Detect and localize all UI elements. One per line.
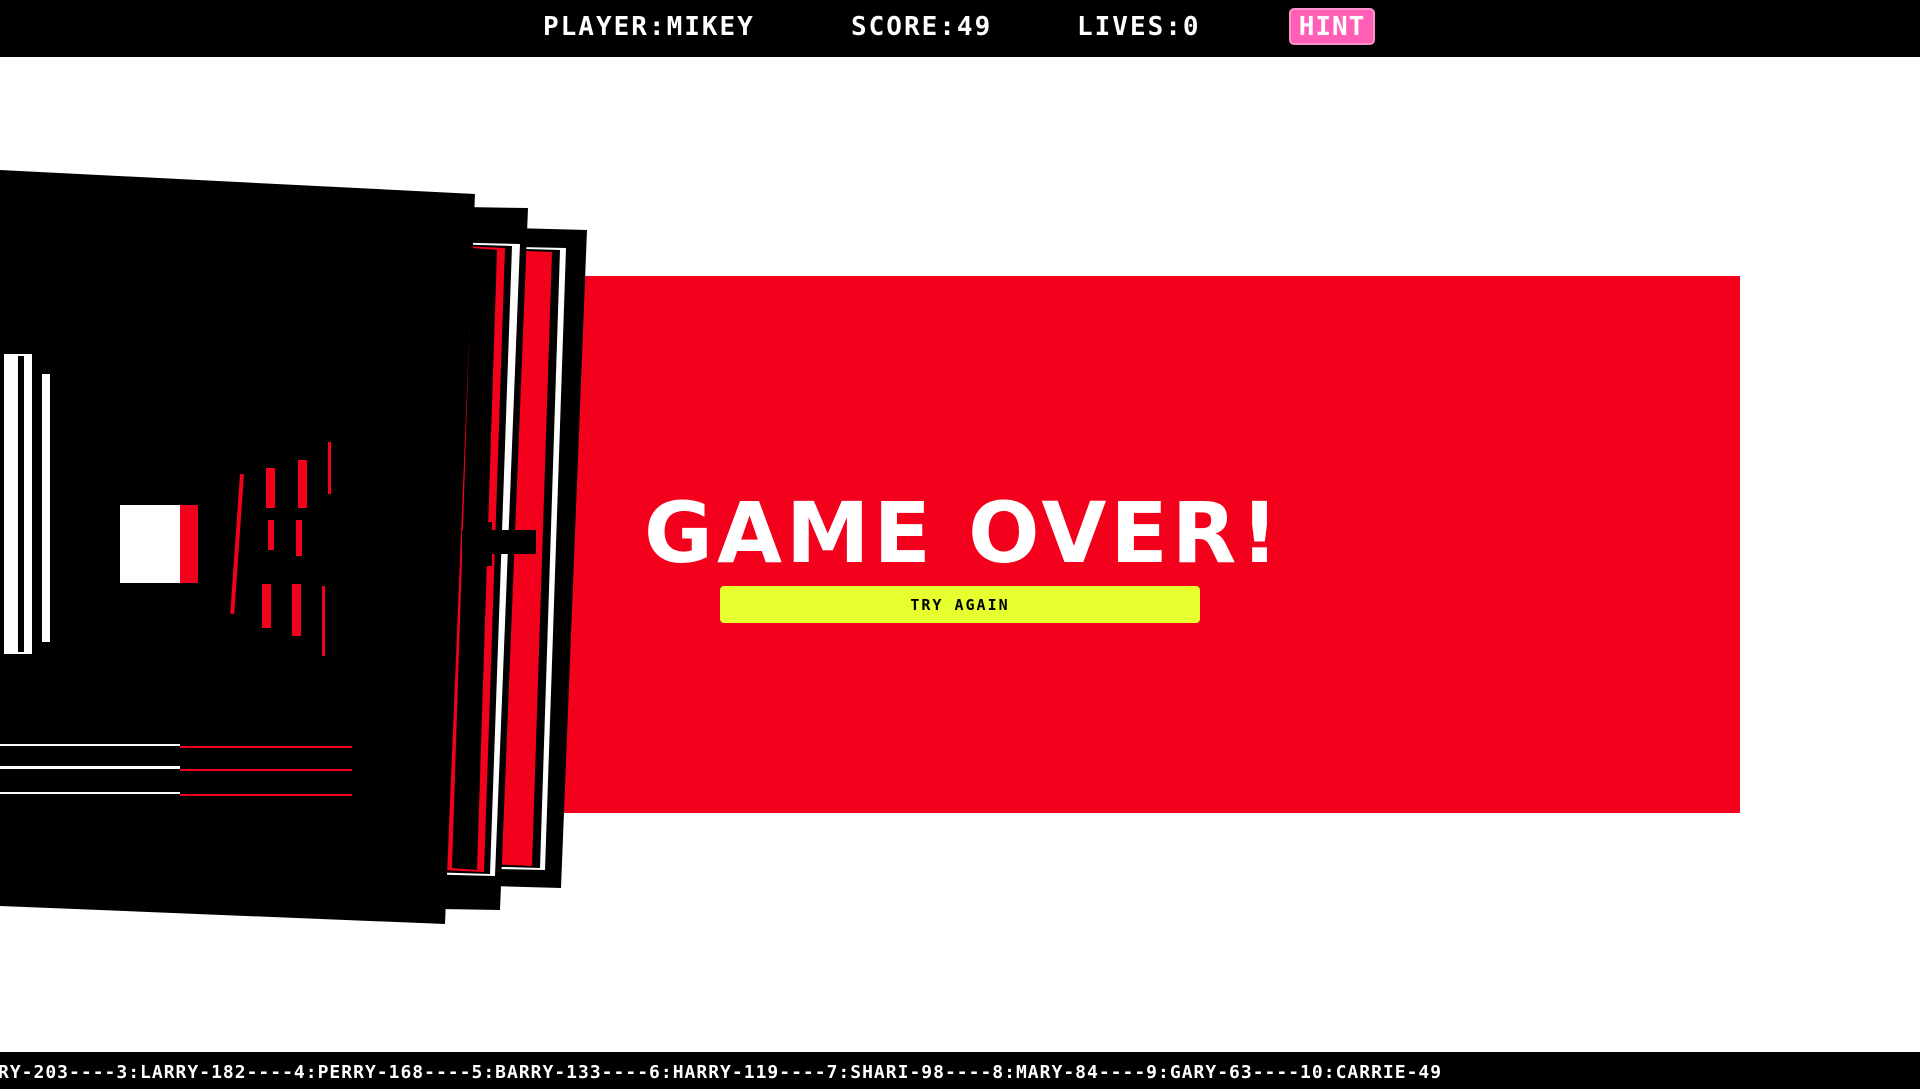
top-hud-bar: PLAYER:MIKEY SCORE:49 LIVES:0 HINT: [0, 0, 1920, 57]
lives-display: LIVES:0: [1077, 12, 1201, 42]
leaderboard-ticker: RY-203----3:LARRY-182----4:PERRY-168----…: [0, 1062, 1443, 1083]
score-display: SCORE:49: [851, 12, 993, 42]
game-over-title: GAME OVER!: [644, 484, 1283, 582]
try-again-button[interactable]: TRY AGAIN: [720, 586, 1200, 623]
hint-button[interactable]: HINT: [1289, 8, 1375, 45]
glitch-tv-graphic: [0, 170, 587, 924]
glitch-square: [120, 505, 182, 583]
leaderboard-bar: RY-203----3:LARRY-182----4:PERRY-168----…: [0, 1052, 1920, 1089]
player-name: PLAYER:MIKEY: [543, 12, 755, 42]
